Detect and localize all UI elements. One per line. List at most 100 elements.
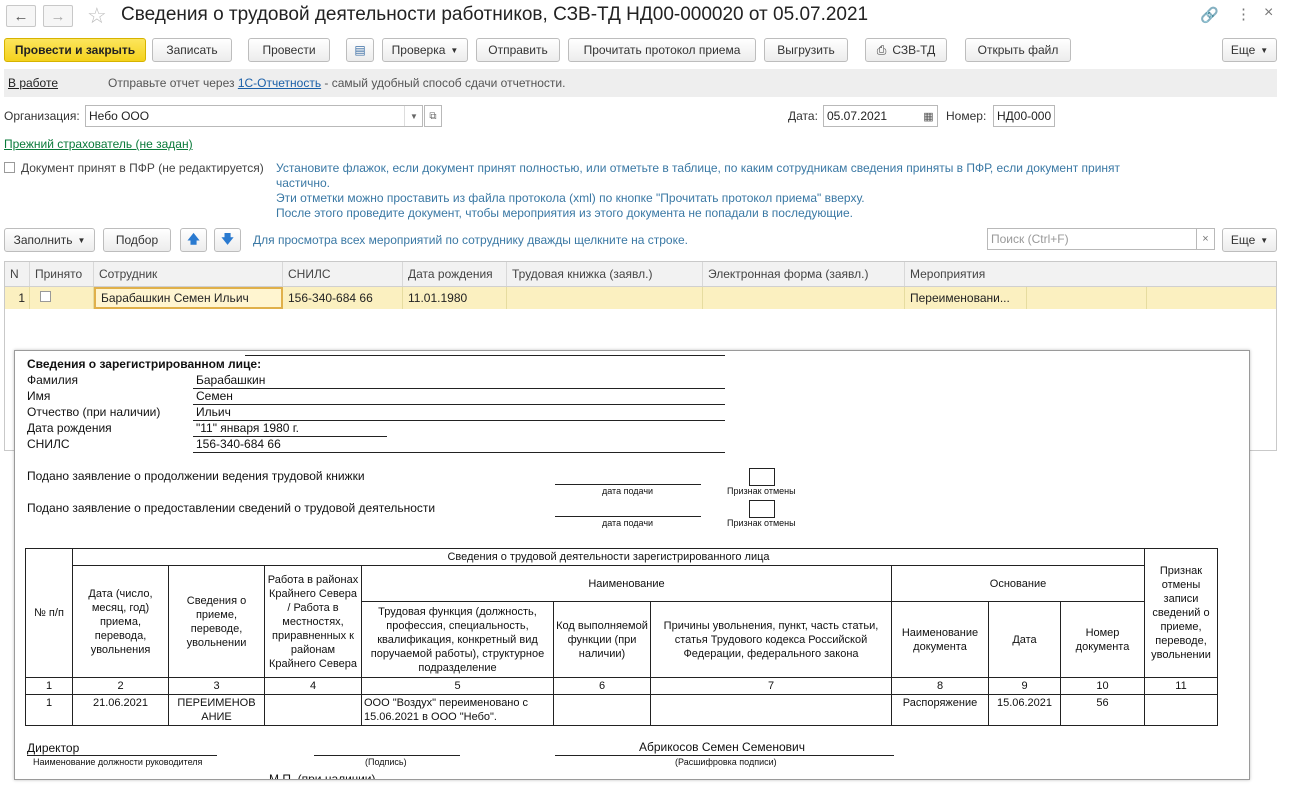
accepted-hint: Установите флажок, если документ принят … — [276, 161, 1176, 221]
read-protocol-button[interactable]: Прочитать протокол приема — [568, 38, 756, 62]
col-employee[interactable]: Сотрудник — [94, 262, 283, 286]
check-dropdown[interactable]: Проверка ▼ — [382, 38, 468, 62]
post-and-close-button[interactable]: Провести и закрыть — [4, 38, 146, 62]
document-list-icon: ▤ — [354, 43, 366, 57]
number-label: Номер: — [946, 109, 987, 123]
more-label: Еще — [1230, 43, 1256, 57]
org-open-icon[interactable]: ⧉ — [424, 105, 442, 127]
row-events: Переименовани... — [905, 287, 1027, 309]
search-clear-icon[interactable]: × — [1197, 228, 1215, 250]
status-text-before: Отправьте отчет через — [108, 76, 238, 90]
accepted-checkbox[interactable] — [4, 162, 15, 173]
post-and-close-label: Провести и закрыть — [14, 43, 136, 57]
org-dropdown-arrow-icon[interactable]: ▼ — [404, 106, 423, 126]
birth-label: Дата рождения — [27, 421, 112, 435]
col-accepted[interactable]: Принято — [30, 262, 94, 286]
cell-num: 1 — [25, 694, 73, 726]
colnum-5: 5 — [361, 677, 554, 695]
check-label: Проверка — [391, 43, 446, 57]
open-file-button[interactable]: Открыть файл — [965, 38, 1071, 62]
post-button[interactable]: Провести — [248, 38, 330, 62]
cell-info: ПЕРЕИМЕНОВ АНИЕ — [168, 694, 265, 726]
move-up-button[interactable]: 🡅 — [180, 228, 207, 252]
status-text-after: - самый удобный способ сдачи отчетности. — [321, 76, 566, 90]
search-placeholder: Поиск (Ctrl+F) — [991, 232, 1069, 246]
print-szv-label: СЗВ-ТД — [892, 43, 936, 57]
cell-docnum: 56 — [1060, 694, 1145, 726]
row-eform — [703, 287, 905, 309]
row-n: 1 — [5, 287, 30, 309]
signature-caption: (Подпись) — [365, 757, 407, 767]
th-func: Трудовая функция (должность, профессия, … — [361, 601, 554, 678]
application-2-label: Подано заявление о предоставлении сведен… — [27, 501, 436, 515]
surname-value: Барабашкин — [196, 373, 266, 387]
cell-date: 21.06.2021 — [72, 694, 169, 726]
stamp-note: М.П. (при наличии) — [269, 772, 376, 780]
cell-reason — [650, 694, 892, 726]
dropdown-arrow-icon: ▼ — [77, 235, 86, 245]
col-birth[interactable]: Дата рождения — [403, 262, 507, 286]
colnum-2: 2 — [72, 677, 169, 695]
row-accepted-checkbox[interactable] — [40, 291, 51, 302]
menu-dots-icon[interactable]: ⋮ — [1236, 5, 1251, 23]
write-label: Записать — [166, 43, 218, 57]
write-button[interactable]: Записать — [152, 38, 232, 62]
cell-cancel — [1144, 694, 1218, 726]
table-more-button[interactable]: Еще ▼ — [1222, 228, 1277, 252]
number-input[interactable]: НД00-000 — [993, 105, 1055, 127]
col-n[interactable]: N — [5, 262, 30, 286]
name-label: Имя — [27, 389, 51, 403]
org-input[interactable]: Небо ООО — [85, 105, 423, 127]
star-icon[interactable]: ☆ — [87, 3, 107, 29]
select-button[interactable]: Подбор — [103, 228, 171, 252]
print-szv-button[interactable]: ⎙ СЗВ-ТД — [865, 38, 947, 62]
status-state-link[interactable]: В работе — [8, 76, 58, 90]
col-eform[interactable]: Электронная форма (заявл.) — [703, 262, 905, 286]
org-label: Организация: — [4, 109, 80, 123]
forward-button[interactable]: → — [43, 5, 73, 27]
patronymic-label: Отчество (при наличии) — [27, 405, 161, 419]
colnum-8: 8 — [891, 677, 989, 695]
arrow-up-icon: 🡅 — [187, 231, 200, 246]
row-snils: 156-340-684 66 — [283, 287, 403, 309]
signer-name-caption: (Расшифровка подписи) — [675, 757, 777, 767]
send-button[interactable]: Отправить — [476, 38, 560, 62]
journal-button[interactable]: ▤ — [346, 38, 374, 62]
reporting-link[interactable]: 1С-Отчетность — [238, 76, 321, 90]
signer-name: Абрикосов Семен Семенович — [639, 740, 805, 754]
search-input[interactable]: Поиск (Ctrl+F) — [987, 228, 1197, 250]
hint-line-1: Установите флажок, если документ принят … — [276, 161, 1121, 175]
signer-position: Директор — [27, 741, 80, 755]
fill-label: Заполнить — [13, 233, 73, 247]
col-events[interactable]: Мероприятия — [905, 262, 1276, 286]
back-button[interactable]: ← — [6, 5, 36, 27]
fill-dropdown[interactable]: Заполнить ▼ — [4, 228, 95, 252]
col-workbook[interactable]: Трудовая книжка (заявл.) — [507, 262, 703, 286]
upload-button[interactable]: Выгрузить — [764, 38, 848, 62]
th-docname: Наименование документа — [891, 601, 989, 678]
birth-value: "11" января 1980 г. — [196, 421, 299, 435]
hint-line-2: частично. — [276, 176, 331, 190]
application-2-cancel-caption: Признак отмены — [727, 518, 796, 528]
number-value: НД00-000 — [997, 109, 1052, 123]
accepted-label: Документ принят в ПФР (не редактируется) — [21, 161, 264, 175]
colnum-6: 6 — [553, 677, 651, 695]
application-2-date-caption: дата подачи — [602, 518, 654, 528]
cell-north — [264, 694, 362, 726]
more-button[interactable]: Еще ▼ — [1222, 38, 1277, 62]
row-birth: 11.01.1980 — [403, 287, 507, 309]
calendar-icon[interactable]: ▦ — [920, 106, 937, 126]
th-north: Работа в районах Крайнего Севера / Работ… — [264, 565, 362, 678]
prev-insurer-link[interactable]: Прежний страхователь (не задан) — [4, 137, 193, 151]
col-snils[interactable]: СНИЛС — [283, 262, 403, 286]
link-icon[interactable]: 🔗 — [1200, 6, 1219, 24]
signer-name-line — [555, 755, 894, 756]
printer-icon: ⎙ — [876, 42, 887, 57]
cell-docdate: 15.06.2021 — [988, 694, 1061, 726]
arrow-right-icon: → — [50, 7, 66, 25]
application-2-cancel-box — [749, 500, 775, 518]
colnum-10: 10 — [1060, 677, 1145, 695]
row-employee[interactable]: Барабашкин Семен Ильич — [94, 287, 283, 309]
move-down-button[interactable]: 🡇 — [214, 228, 241, 252]
close-icon[interactable]: × — [1264, 4, 1273, 22]
